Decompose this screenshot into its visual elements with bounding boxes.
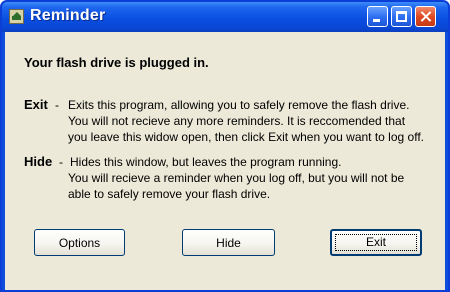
exit-description-line-1: Exits this program, allowing you to safe…: [68, 98, 410, 112]
exit-term: Exit: [24, 97, 48, 112]
hide-description-line-2: You will recieve a reminder when you log…: [68, 171, 405, 185]
headline: Your flash drive is plugged in.: [24, 55, 209, 70]
hide-button[interactable]: Hide: [182, 229, 275, 256]
minimize-button[interactable]: [367, 6, 388, 27]
reminder-window: Reminder Your flash drive is plugged in.…: [0, 0, 450, 292]
dialog-body: Your flash drive is plugged in. Exit - E…: [5, 32, 445, 290]
options-button[interactable]: Options: [34, 229, 125, 256]
exit-separator: -: [55, 98, 59, 112]
focus-rectangle: [335, 234, 417, 251]
title-bar[interactable]: Reminder: [2, 2, 448, 32]
hide-description-line-1: Hides this window, but leaves the progra…: [70, 155, 342, 169]
exit-button[interactable]: Exit: [330, 229, 422, 256]
maximize-button[interactable]: [391, 6, 412, 27]
exit-description-line-2: You will not recieve any more reminders.…: [68, 114, 406, 128]
hide-term: Hide: [24, 154, 53, 169]
hide-description-line-3: able to safely remove your flash drive.: [68, 187, 271, 201]
close-button[interactable]: [415, 6, 436, 27]
window-title: Reminder: [30, 7, 106, 24]
hide-separator: -: [59, 155, 63, 169]
app-icon: [9, 9, 24, 24]
exit-description-line-3: you leave this widow open, then click Ex…: [68, 130, 424, 144]
